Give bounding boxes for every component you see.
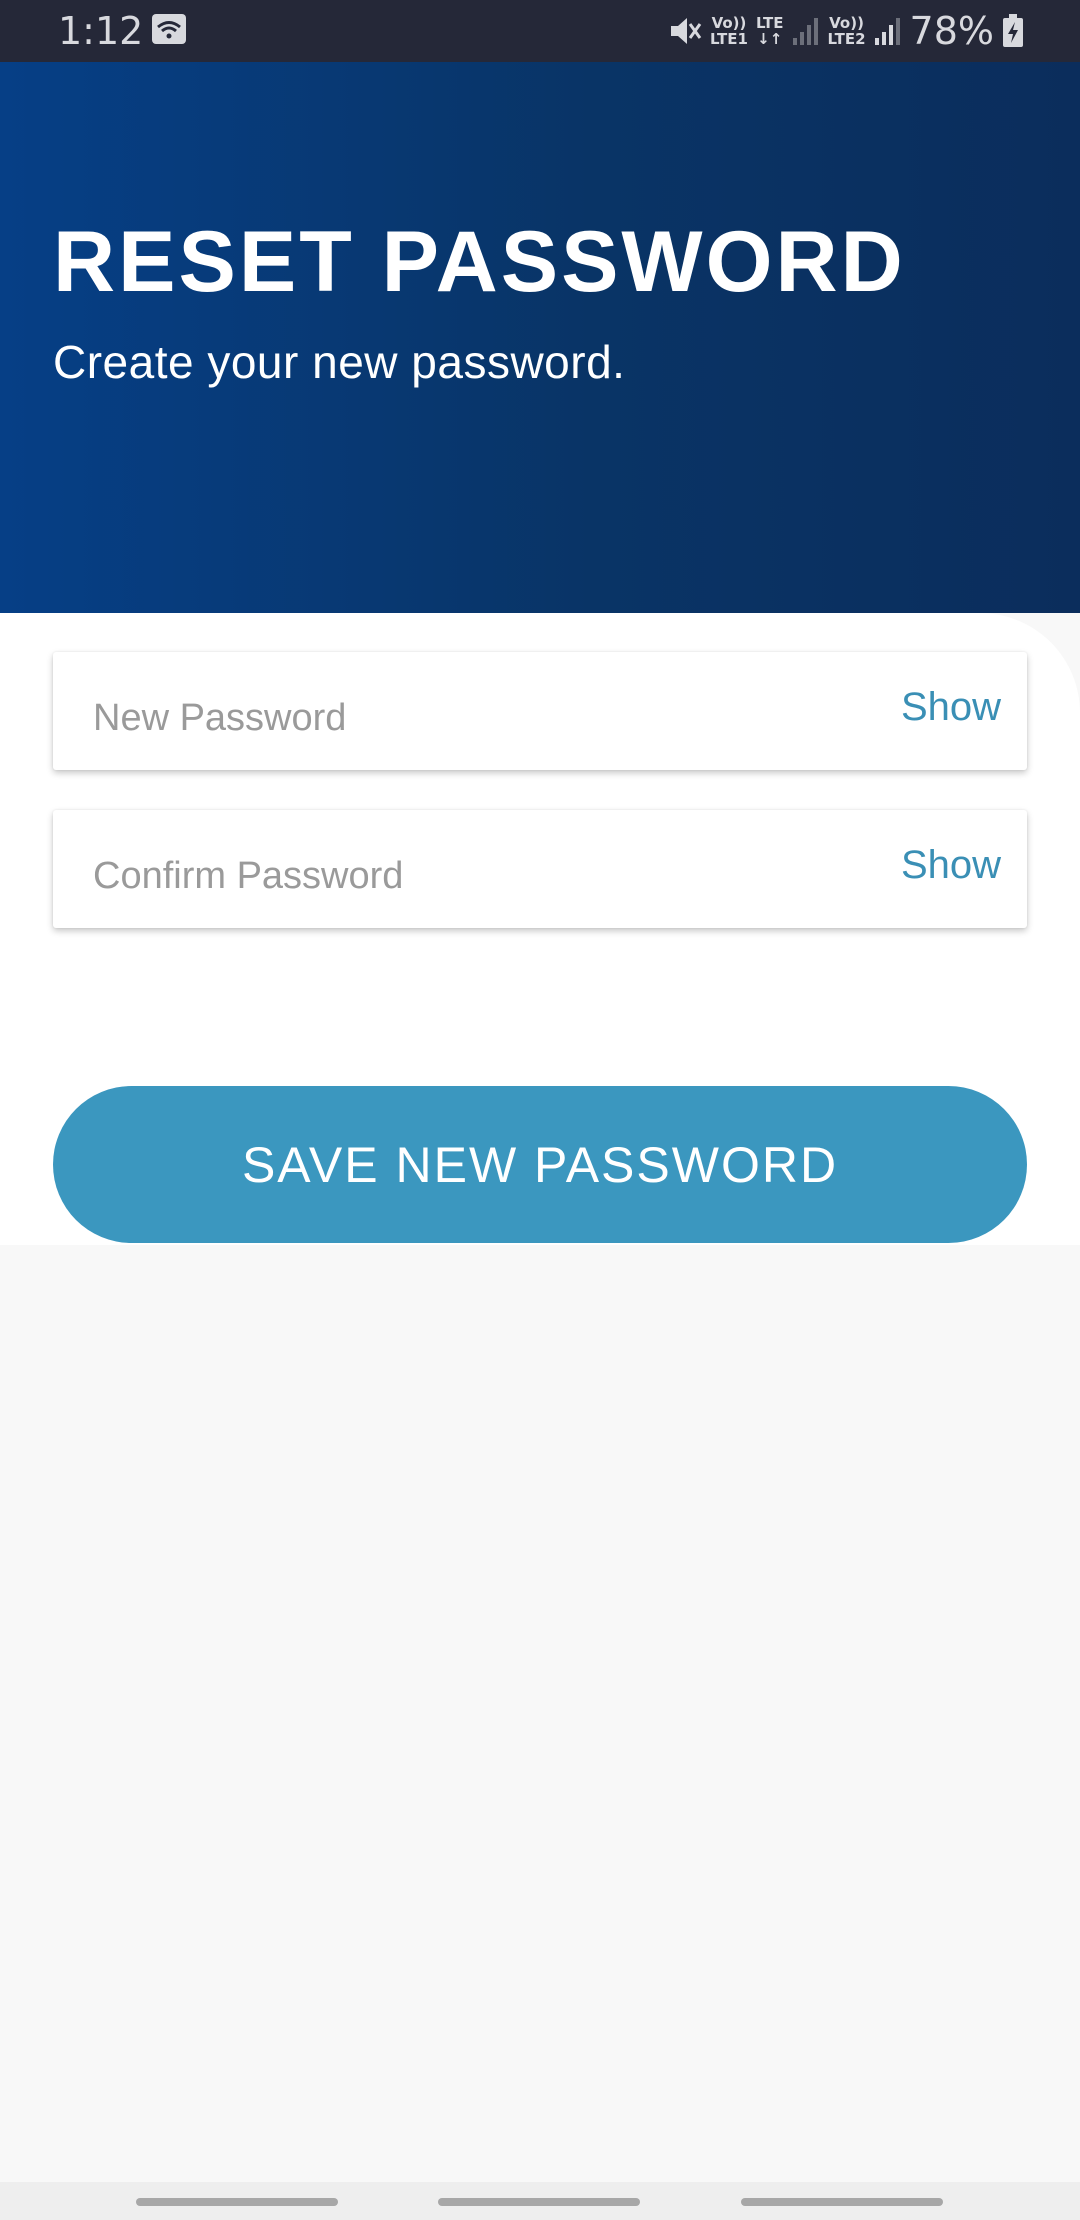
nav-home-handle[interactable]: [438, 2198, 640, 2206]
reset-password-form: Show Show SAVE NEW PASSWORD: [0, 613, 1080, 1245]
header-banner: RESET PASSWORD Create your new password.: [0, 62, 1080, 613]
page-title: RESET PASSWORD: [53, 214, 906, 310]
lte-label: LTE ↓↑: [755, 14, 784, 48]
gesture-nav-bar: [0, 2182, 1080, 2220]
battery-charging-icon: [1003, 14, 1023, 47]
nav-back-handle[interactable]: [741, 2198, 943, 2206]
wifi-icon: [152, 14, 186, 44]
new-password-input[interactable]: [93, 652, 853, 770]
status-bar: 1:12 Vo)) LTE1 LTE ↓↑ Vo)) LTE2 78%: [0, 0, 1080, 62]
page-subtitle: Create your new password.: [53, 336, 626, 388]
sim2-label: Vo)) LTE2: [827, 14, 866, 48]
new-password-show-toggle[interactable]: Show: [901, 682, 1001, 732]
save-new-password-button[interactable]: SAVE NEW PASSWORD: [53, 1086, 1027, 1243]
battery-percent: 78%: [909, 9, 994, 53]
nav-recents-handle[interactable]: [136, 2198, 338, 2206]
signal-icon: [792, 18, 818, 45]
new-password-field: Show: [53, 652, 1027, 770]
status-time: 1:12: [58, 9, 144, 53]
confirm-password-field: Show: [53, 810, 1027, 928]
mute-icon: [670, 18, 702, 44]
status-icons: Vo)) LTE1 LTE ↓↑ Vo)) LTE2 78%: [668, 8, 1024, 54]
confirm-password-input[interactable]: [93, 810, 853, 928]
confirm-password-show-toggle[interactable]: Show: [901, 840, 1001, 890]
sim1-label: Vo)) LTE1: [709, 14, 748, 48]
signal-icon: [874, 18, 900, 45]
